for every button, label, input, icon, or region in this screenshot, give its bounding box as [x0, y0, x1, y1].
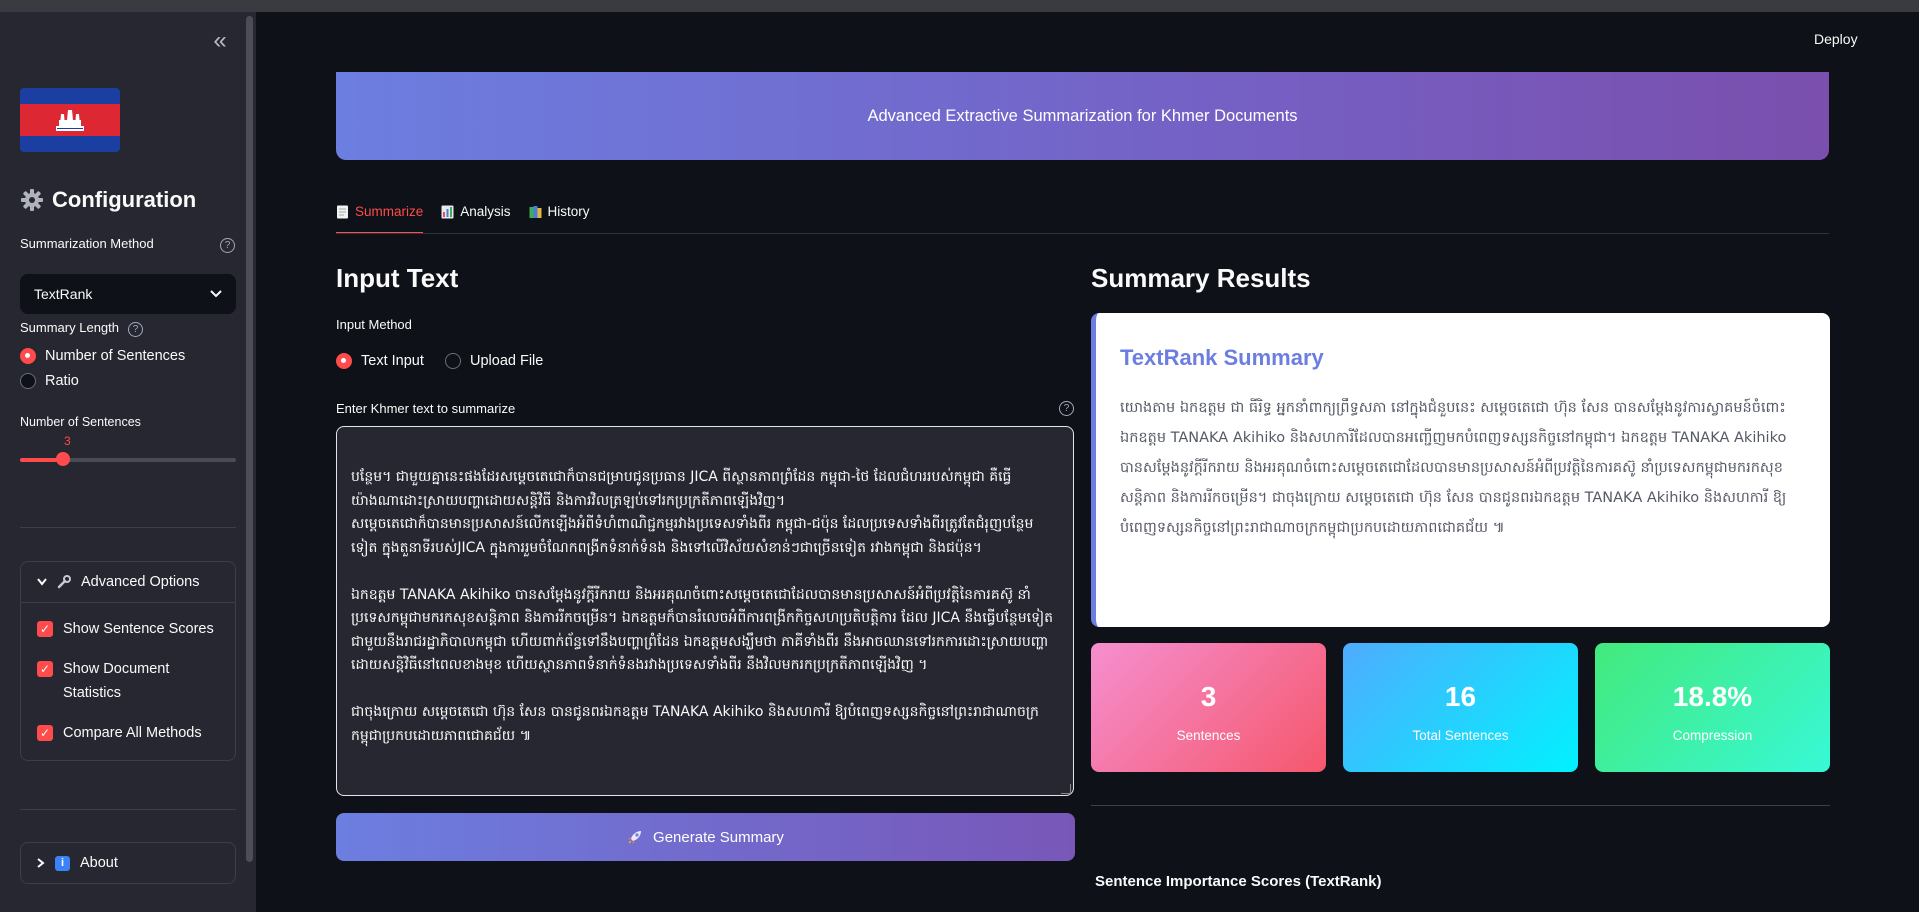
- collapse-sidebar-button[interactable]: «: [208, 27, 232, 54]
- stat-label: Sentences: [1176, 728, 1241, 743]
- check-icon: ✓: [37, 621, 53, 637]
- double-chevron-left-icon: «: [213, 27, 227, 54]
- resize-handle[interactable]: [1061, 784, 1071, 794]
- khmer-text-input[interactable]: បន្ថែម។ ជាមួយគ្នានេះផងដែរសម្តេចតេជោក៏បាន…: [336, 426, 1074, 796]
- summary-card-title: TextRank Summary: [1120, 345, 1324, 370]
- about-expander[interactable]: i About: [20, 842, 236, 884]
- sidebar-scrollbar[interactable]: [246, 16, 253, 862]
- sidebar-divider: [20, 809, 236, 810]
- summary-card: TextRank Summary យោងតាម ឯកឧត្តម ជា ធីរិទ…: [1091, 313, 1830, 627]
- radio-upload-file[interactable]: Upload File: [445, 353, 543, 369]
- stat-value: 16: [1444, 681, 1477, 712]
- sidebar: « Configuration Summarization Method ? T…: [0, 12, 256, 912]
- khmer-text-content: បន្ថែម។ ជាមួយគ្នានេះផងដែរសម្តេចតេជោក៏បាន…: [351, 469, 1054, 744]
- tab-history[interactable]: History: [529, 200, 590, 234]
- about-header[interactable]: i About: [21, 843, 235, 883]
- results-heading: Summary Results: [1091, 263, 1311, 293]
- deploy-button[interactable]: Deploy: [1814, 31, 1858, 47]
- radio-text-input[interactable]: Text Input: [336, 353, 424, 369]
- wrench-icon: [57, 575, 71, 589]
- angkor-wat-icon: [56, 110, 84, 131]
- radio-unchecked-icon: [445, 353, 461, 369]
- bar-chart-icon: [441, 205, 454, 219]
- input-method-label: Input Method: [336, 317, 412, 332]
- textarea-label: Enter Khmer text to summarize: [336, 401, 516, 416]
- num-sentences-label: Number of Sentences: [20, 415, 141, 429]
- slider-track[interactable]: [20, 458, 236, 462]
- gear-icon: [21, 189, 43, 211]
- stat-card-compression: 18.8% Compression: [1595, 643, 1830, 772]
- config-title-text: Configuration: [52, 187, 197, 212]
- stat-label: Compression: [1672, 728, 1753, 743]
- stat-value: 18.8%: [1672, 681, 1753, 712]
- slider-value: 3: [64, 434, 71, 448]
- tab-divider: [336, 233, 1829, 234]
- help-icon[interactable]: ?: [128, 322, 143, 337]
- sidebar-divider: [20, 527, 236, 528]
- slider-thumb[interactable]: [56, 452, 71, 466]
- summary-text: យោងតាម ឯកឧត្តម ជា ធីរិទ្ធ អ្នកនាំពាក្យព្…: [1120, 400, 1787, 536]
- config-title: Configuration: [20, 187, 196, 213]
- method-select[interactable]: TextRank: [20, 274, 236, 314]
- radio-checked-icon: [336, 353, 352, 369]
- chevron-right-icon: [37, 858, 45, 868]
- advanced-options-expander: Advanced Options ✓ Show Sentence Scores …: [20, 561, 236, 761]
- input-heading: Input Text: [336, 263, 459, 293]
- info-icon: i: [55, 855, 70, 871]
- sentence-scores-title: Sentence Importance Scores (TextRank): [1095, 873, 1382, 890]
- tab-analysis[interactable]: Analysis: [441, 200, 511, 234]
- chevron-down-icon: [210, 290, 222, 298]
- radio-num-sentences[interactable]: Number of Sentences: [20, 348, 185, 364]
- cambodia-flag: [20, 88, 120, 152]
- tab-summarize[interactable]: Summarize: [336, 200, 424, 234]
- radio-checked-icon: [20, 348, 36, 364]
- banner-subtitle: Advanced Extractive Summarization for Kh…: [867, 106, 1298, 125]
- results-divider: [1091, 805, 1830, 806]
- length-label: Summary Length: [20, 320, 119, 335]
- check-icon: ✓: [37, 661, 53, 677]
- rocket-icon: [628, 831, 642, 844]
- checkbox-show-document-statistics[interactable]: ✓ Show Document Statistics: [37, 657, 197, 705]
- header-banner: Advanced Extractive Summarization for Kh…: [336, 72, 1829, 160]
- chevron-down-icon: [37, 578, 47, 586]
- advanced-options-body: ✓ Show Sentence Scores ✓ Show Document S…: [21, 602, 235, 760]
- books-icon: [529, 206, 542, 218]
- stat-card-sentences: 3 Sentences: [1091, 643, 1326, 772]
- help-icon[interactable]: ?: [1059, 401, 1074, 416]
- tab-bar: Summarize Analysis History: [336, 200, 590, 234]
- radio-ratio[interactable]: Ratio: [20, 373, 79, 389]
- check-icon: ✓: [37, 725, 53, 741]
- generate-summary-button[interactable]: Generate Summary: [336, 813, 1075, 861]
- method-label: Summarization Method: [20, 236, 154, 251]
- checkbox-show-sentence-scores[interactable]: ✓ Show Sentence Scores: [37, 617, 214, 641]
- advanced-options-header[interactable]: Advanced Options: [21, 562, 235, 602]
- method-select-value: TextRank: [34, 286, 93, 302]
- stat-label: Total Sentences: [1412, 728, 1509, 743]
- help-icon[interactable]: ?: [220, 238, 235, 253]
- stat-card-total-sentences: 16 Total Sentences: [1343, 643, 1578, 772]
- checkbox-compare-all-methods[interactable]: ✓ Compare All Methods: [37, 721, 202, 745]
- document-icon: [337, 205, 348, 219]
- browser-top-strip: [0, 0, 1919, 12]
- stat-value: 3: [1200, 681, 1217, 712]
- radio-unchecked-icon: [20, 373, 36, 389]
